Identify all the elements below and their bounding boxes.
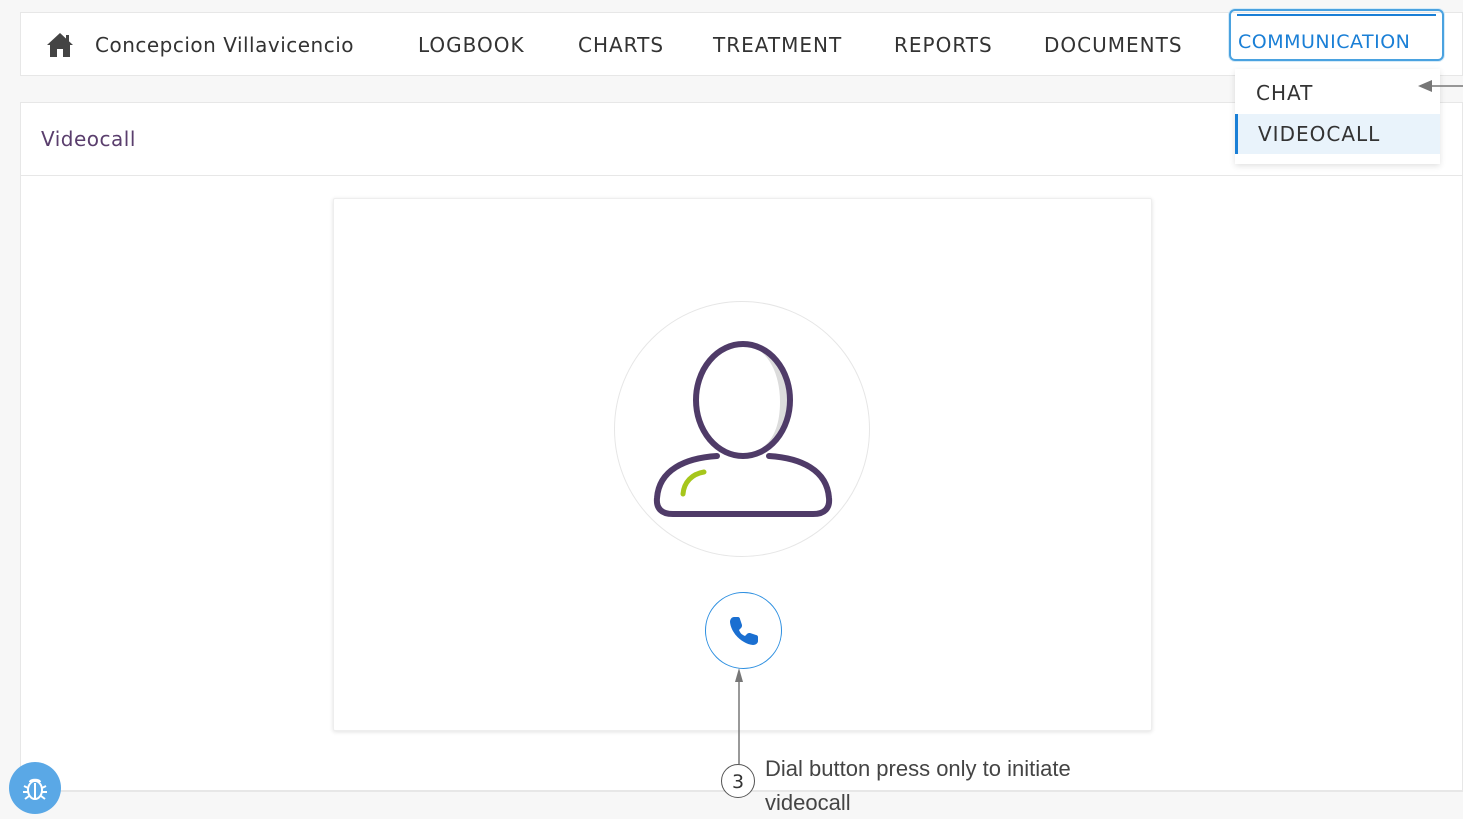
call-card xyxy=(333,198,1152,731)
dial-button[interactable] xyxy=(705,592,782,669)
annotation-number: 3 xyxy=(721,764,755,798)
bug-report-button[interactable] xyxy=(9,762,61,814)
nav-charts[interactable]: CHARTS xyxy=(578,13,664,77)
bug-icon xyxy=(23,778,47,800)
dropdown-item-chat[interactable]: CHAT xyxy=(1235,73,1440,113)
top-navbar: Concepcion Villavicencio LOGBOOK CHARTS … xyxy=(20,9,1463,77)
nav-communication[interactable]: COMMUNICATION xyxy=(1229,9,1444,61)
dropdown-item-videocall[interactable]: VIDEOCALL xyxy=(1235,114,1440,154)
annotation-text: Dial button press only to initiate video… xyxy=(765,752,1145,819)
nav-treatment[interactable]: TREATMENT xyxy=(713,13,842,77)
nav-logbook[interactable]: LOGBOOK xyxy=(418,13,525,77)
nav-documents[interactable]: DOCUMENTS xyxy=(1044,13,1183,77)
avatar xyxy=(614,301,870,557)
patient-name[interactable]: Concepcion Villavicencio xyxy=(95,13,354,77)
home-icon[interactable] xyxy=(45,31,75,59)
phone-icon xyxy=(730,617,758,645)
annotation-pointer-icon xyxy=(735,668,743,764)
nav-reports[interactable]: REPORTS xyxy=(894,13,993,77)
user-placeholder-icon xyxy=(653,341,833,517)
annotation-arrow-icon xyxy=(1418,80,1463,92)
annotation-text-line1: Dial button press only to initiate xyxy=(765,756,1071,781)
annotation-text-line2: videocall xyxy=(765,790,851,815)
panel-title: Videocall xyxy=(41,127,136,151)
communication-dropdown: CHAT VIDEOCALL xyxy=(1235,69,1440,164)
